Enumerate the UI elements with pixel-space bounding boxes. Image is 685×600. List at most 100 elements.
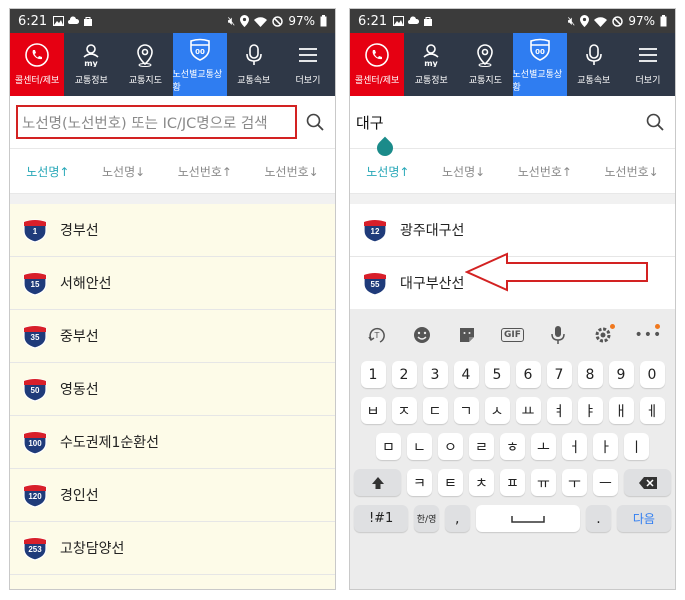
key[interactable]: ㅔ bbox=[639, 397, 665, 424]
route-number: 50 bbox=[30, 386, 40, 395]
settings-icon[interactable] bbox=[588, 320, 618, 350]
key[interactable]: ㅠ bbox=[531, 469, 556, 496]
key[interactable]: 8 bbox=[577, 361, 603, 388]
sort-number-asc[interactable]: 노선번호↑ bbox=[518, 163, 572, 180]
key[interactable]: 1 bbox=[360, 361, 386, 388]
key[interactable]: ㅡ bbox=[593, 469, 618, 496]
shift-key[interactable] bbox=[354, 469, 401, 496]
key[interactable]: 5 bbox=[484, 361, 510, 388]
nav-more[interactable]: 더보기 bbox=[621, 33, 675, 96]
key[interactable]: ㅁ bbox=[376, 433, 401, 460]
route-row[interactable]: 1 경부선 bbox=[10, 204, 335, 257]
key[interactable]: ㅜ bbox=[562, 469, 587, 496]
location-icon bbox=[580, 15, 590, 27]
nav-more[interactable]: 더보기 bbox=[281, 33, 335, 96]
map-pin-icon bbox=[477, 44, 494, 67]
sort-number-asc[interactable]: 노선번호↑ bbox=[178, 163, 232, 180]
system-icons: 🔇︎ 97% bbox=[568, 14, 667, 29]
key[interactable]: 9 bbox=[608, 361, 634, 388]
sort-number-desc[interactable]: 노선번호↓ bbox=[265, 163, 319, 180]
sort-name-desc[interactable]: 노선명↓ bbox=[102, 163, 145, 180]
nav-call-center[interactable]: 콜센터/제보 bbox=[10, 33, 65, 96]
search-input[interactable]: 대구 bbox=[356, 105, 637, 139]
gif-icon[interactable]: GIF bbox=[497, 320, 527, 350]
symbols-key[interactable]: !#1 bbox=[354, 505, 409, 532]
highway-shield-icon: 1 bbox=[22, 217, 48, 243]
highway-shield-icon: 12 bbox=[22, 588, 48, 589]
key[interactable]: 4 bbox=[453, 361, 479, 388]
space-key[interactable] bbox=[475, 505, 581, 532]
nav-traffic-map[interactable]: 교통지도 bbox=[458, 33, 512, 96]
nav-traffic-map[interactable]: 교통지도 bbox=[118, 33, 172, 96]
key[interactable]: 2 bbox=[391, 361, 417, 388]
sticker-icon[interactable] bbox=[452, 320, 482, 350]
route-row[interactable]: 50 영동선 bbox=[10, 363, 335, 416]
key[interactable]: ㅛ bbox=[515, 397, 541, 424]
rotate-text-icon[interactable]: T bbox=[362, 320, 392, 350]
sort-name-asc[interactable]: 노선명↑ bbox=[366, 163, 409, 180]
key[interactable]: ㅊ bbox=[469, 469, 494, 496]
key[interactable]: ㄱ bbox=[453, 397, 479, 424]
key[interactable]: ㅍ bbox=[500, 469, 525, 496]
image-icon bbox=[53, 16, 65, 26]
no-disturb-icon bbox=[272, 15, 284, 27]
nav-traffic-info[interactable]: my 교통정보 bbox=[404, 33, 458, 96]
route-name: 경인선 bbox=[60, 488, 99, 504]
bag-icon bbox=[424, 17, 433, 26]
key[interactable]: 3 bbox=[422, 361, 448, 388]
key[interactable]: ㅈ bbox=[391, 397, 417, 424]
nav-route-status[interactable]: 00 노선별교통상황 bbox=[512, 33, 567, 96]
key[interactable]: ㄷ bbox=[422, 397, 448, 424]
sort-number-desc[interactable]: 노선번호↓ bbox=[605, 163, 659, 180]
microphone-icon[interactable] bbox=[543, 320, 573, 350]
key[interactable]: ㄹ bbox=[469, 433, 494, 460]
period-key[interactable]: . bbox=[586, 505, 611, 532]
language-key[interactable]: 한/영 bbox=[414, 505, 439, 532]
comma-key[interactable]: , bbox=[444, 505, 470, 532]
route-row[interactable]: 253 고창담양선 bbox=[10, 522, 335, 575]
route-row[interactable]: 120 경인선 bbox=[10, 469, 335, 522]
nav-traffic-info[interactable]: my 교통정보 bbox=[64, 33, 118, 96]
key[interactable]: ㅎ bbox=[500, 433, 525, 460]
route-row[interactable]: 100 수도권제1순환선 bbox=[10, 416, 335, 469]
key[interactable]: 0 bbox=[639, 361, 665, 388]
key[interactable]: ㅑ bbox=[577, 397, 603, 424]
microphone-icon bbox=[245, 44, 262, 65]
emoji-icon[interactable] bbox=[407, 320, 437, 350]
nav-call-center[interactable]: 콜센터/제보 bbox=[350, 33, 405, 96]
key[interactable]: ㅐ bbox=[608, 397, 634, 424]
key[interactable]: ㅂ bbox=[360, 397, 386, 424]
key[interactable]: ㅏ bbox=[593, 433, 618, 460]
sort-name-asc[interactable]: 노선명↑ bbox=[26, 163, 69, 180]
key[interactable]: 7 bbox=[546, 361, 572, 388]
search-button[interactable] bbox=[301, 108, 329, 136]
backspace-icon bbox=[638, 476, 657, 489]
key[interactable]: ㅅ bbox=[484, 397, 510, 424]
backspace-key[interactable] bbox=[624, 469, 671, 496]
next-key[interactable]: 다음 bbox=[616, 505, 672, 532]
route-row[interactable]: 12광주대구선 bbox=[350, 204, 675, 257]
route-row[interactable]: 12광주대구선 bbox=[10, 575, 335, 589]
search-input[interactable]: 노선명(노선번호) 또는 IC/JC명으로 검색 bbox=[16, 105, 297, 139]
nav-traffic-news[interactable]: 교통속보 bbox=[567, 33, 621, 96]
key[interactable]: ㄴ bbox=[407, 433, 432, 460]
bag-icon bbox=[84, 17, 93, 26]
nav-traffic-news[interactable]: 교통속보 bbox=[227, 33, 281, 96]
nav-route-status[interactable]: 00 노선별교통상황 bbox=[172, 33, 227, 96]
left-screen: 6:21 🔇︎ 97% 콜센터/제보 my 교통정보 교통지도 00 노선별교통… bbox=[9, 8, 336, 590]
more-icon[interactable]: ••• bbox=[633, 320, 663, 350]
route-row[interactable]: 15 서해안선 bbox=[10, 257, 335, 310]
notification-dot bbox=[610, 324, 616, 329]
highway-shield-icon: 120 bbox=[22, 482, 48, 508]
key[interactable]: ㅓ bbox=[562, 433, 587, 460]
key[interactable]: ㅇ bbox=[438, 433, 463, 460]
key[interactable]: ㅋ bbox=[407, 469, 432, 496]
key[interactable]: ㅗ bbox=[531, 433, 556, 460]
key[interactable]: ㅌ bbox=[438, 469, 463, 496]
search-button[interactable] bbox=[641, 108, 669, 136]
key[interactable]: ㅣ bbox=[624, 433, 649, 460]
sort-name-desc[interactable]: 노선명↓ bbox=[442, 163, 485, 180]
key[interactable]: 6 bbox=[515, 361, 541, 388]
key[interactable]: ㅕ bbox=[546, 397, 572, 424]
route-row[interactable]: 35 중부선 bbox=[10, 310, 335, 363]
